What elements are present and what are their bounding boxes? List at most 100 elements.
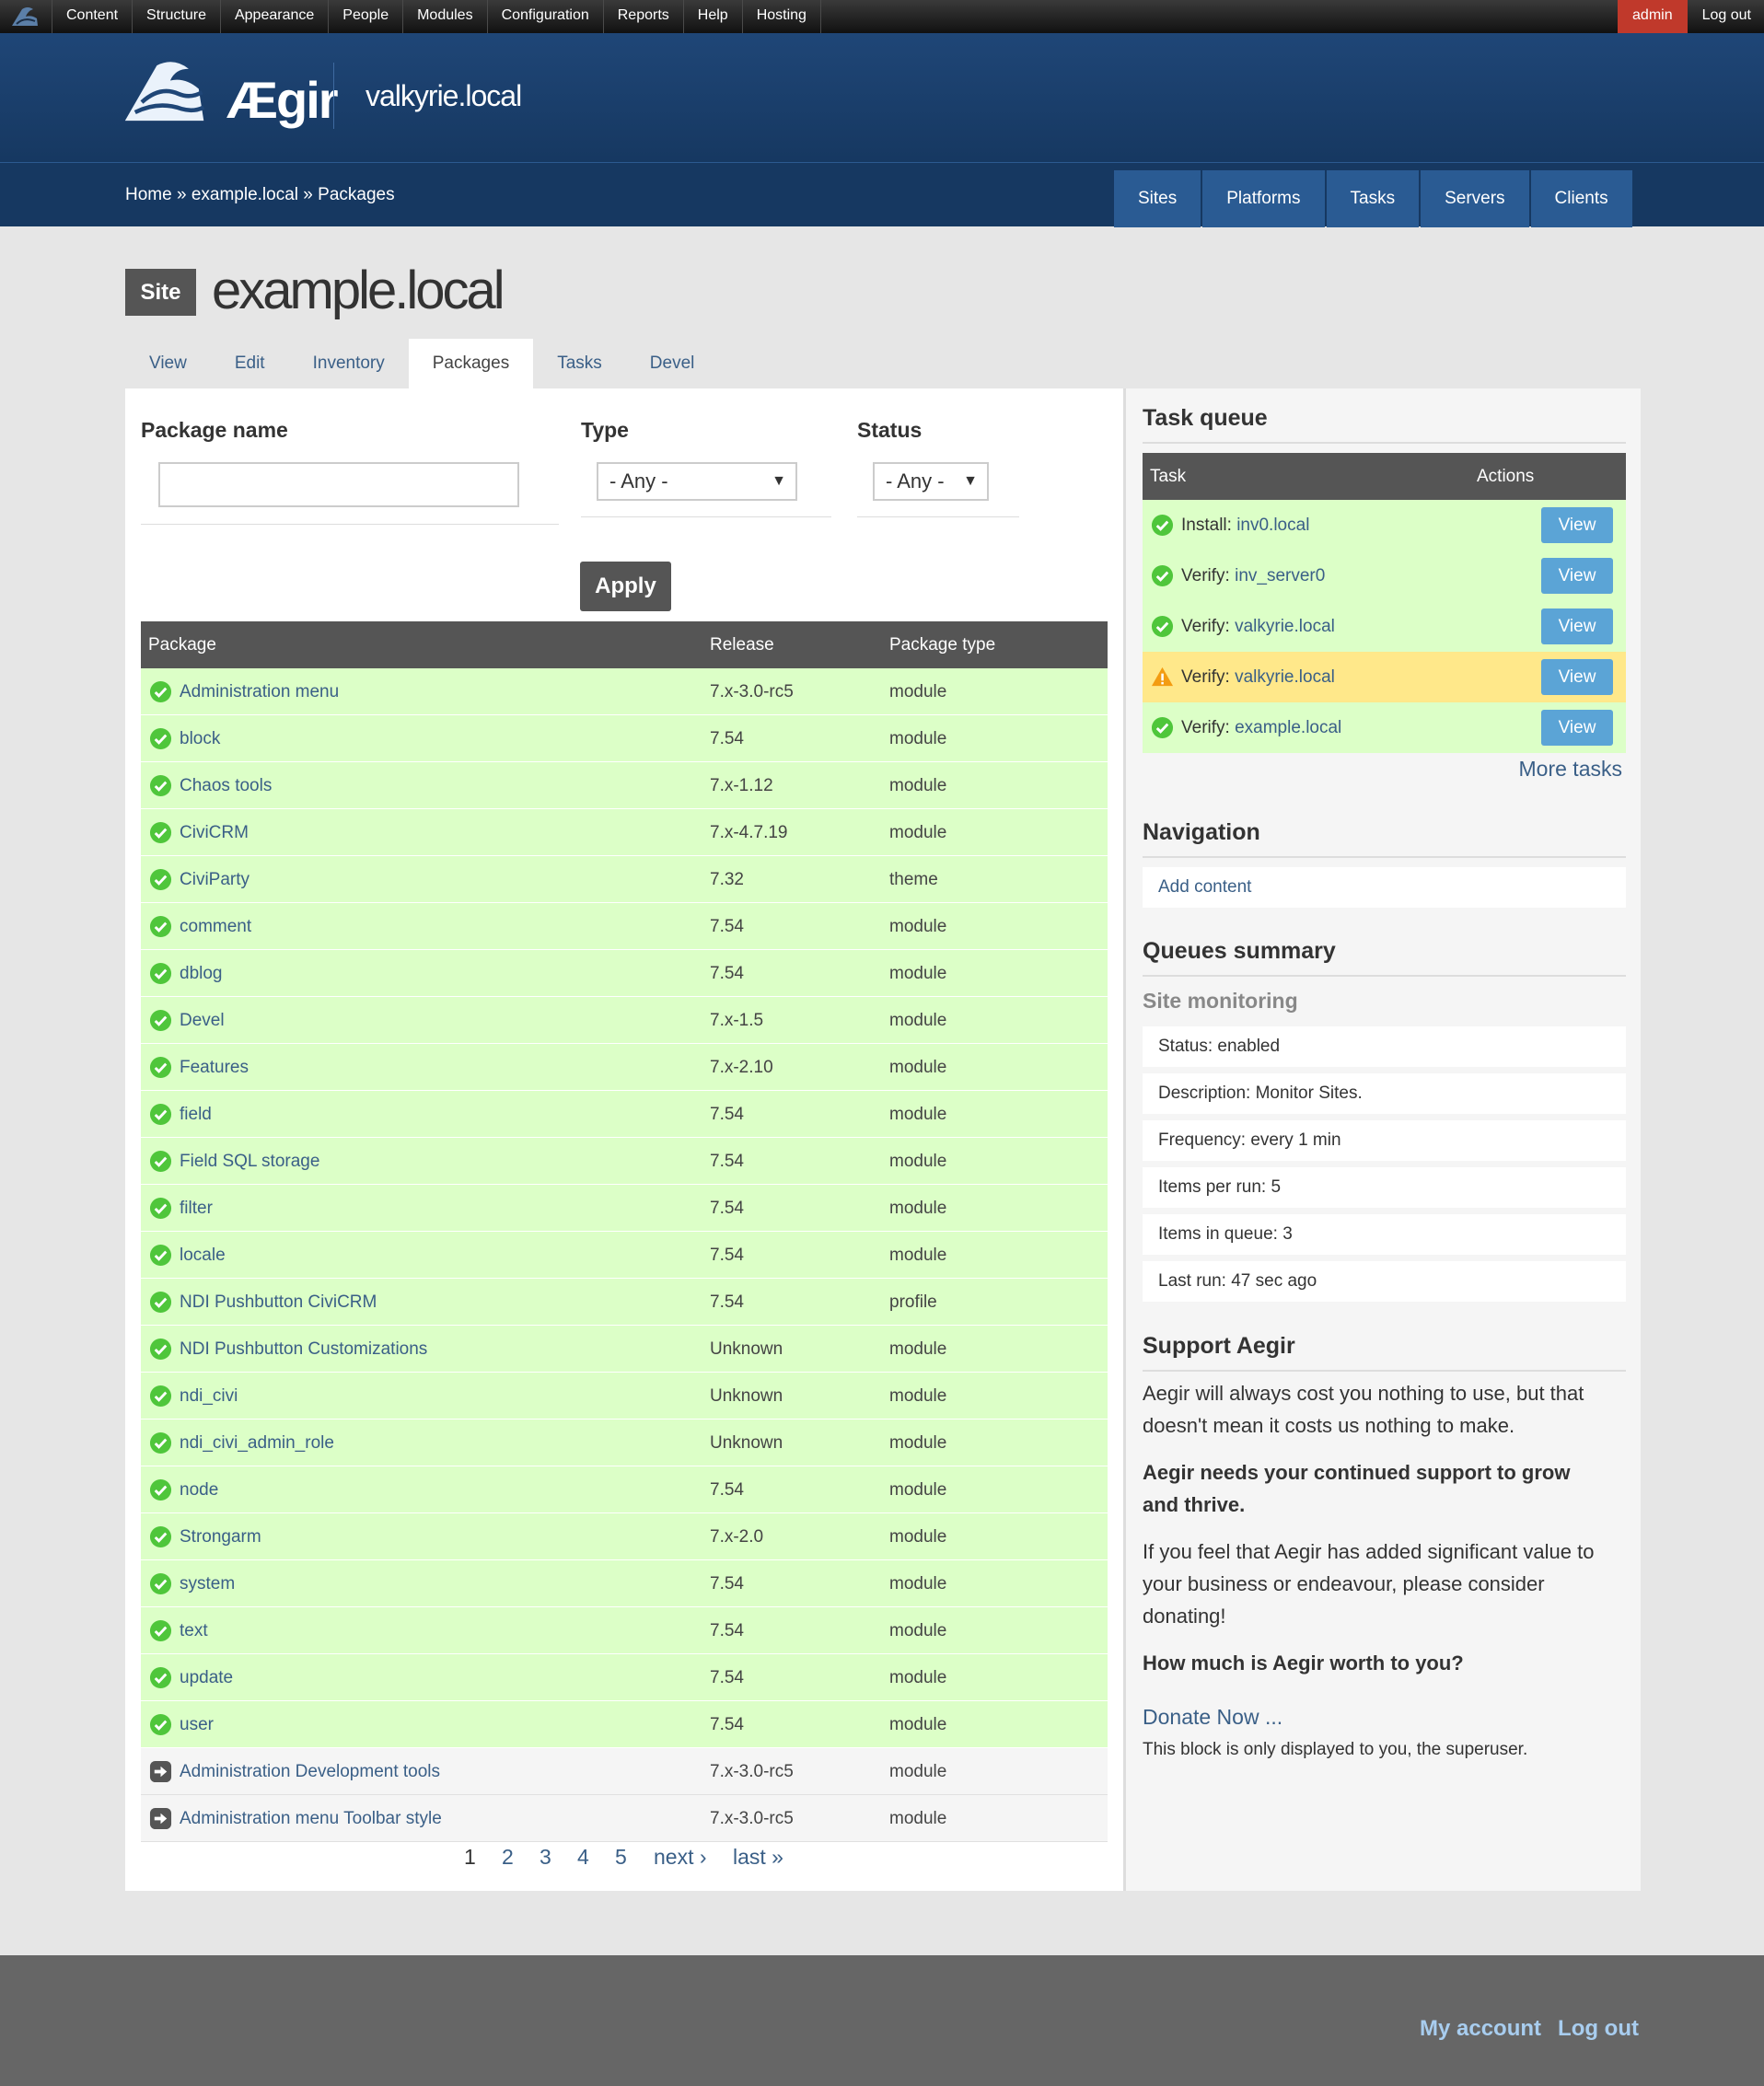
view-task-button[interactable]: View xyxy=(1541,608,1613,644)
package-name-link[interactable]: field xyxy=(180,1105,212,1125)
breadcrumb-home[interactable]: Home xyxy=(125,185,172,204)
package-name-link[interactable]: user xyxy=(180,1715,214,1735)
pager-page[interactable]: 2 xyxy=(502,1845,514,1870)
package-name-link[interactable]: text xyxy=(180,1621,208,1641)
home-icon[interactable] xyxy=(9,4,41,29)
task-label: Install: inv0.local xyxy=(1181,516,1309,536)
package-name-link[interactable]: block xyxy=(180,729,220,749)
toolbar-item-content[interactable]: Content xyxy=(52,0,132,33)
package-name-link[interactable]: CiviParty xyxy=(180,870,250,890)
column-header-package[interactable]: Package xyxy=(148,635,216,655)
breadcrumb-current[interactable]: Packages xyxy=(318,185,394,204)
task-target-link[interactable]: inv0.local xyxy=(1236,516,1309,535)
package-name-link[interactable]: node xyxy=(180,1480,218,1501)
package-name-link[interactable]: Features xyxy=(180,1058,249,1078)
breadcrumb-separator: » xyxy=(303,185,313,204)
package-name-link[interactable]: locale xyxy=(180,1246,226,1266)
logo-text[interactable]: Ægir xyxy=(226,70,339,130)
package-name-link[interactable]: Field SQL storage xyxy=(180,1152,319,1172)
package-release: 7.x-1.12 xyxy=(710,776,773,795)
nav-add-content[interactable]: Add content xyxy=(1143,867,1626,908)
primary-tab-tasks[interactable]: Tasks xyxy=(1326,170,1420,227)
primary-tab-platforms[interactable]: Platforms xyxy=(1202,170,1325,227)
tab-view[interactable]: View xyxy=(125,339,211,388)
tab-inventory[interactable]: Inventory xyxy=(289,339,409,388)
toolbar-item-people[interactable]: People xyxy=(328,0,402,33)
site-name[interactable]: valkyrie.local xyxy=(366,79,522,113)
package-name-link[interactable]: Administration menu xyxy=(180,682,339,702)
view-task-button[interactable]: View xyxy=(1541,558,1613,594)
type-select[interactable]: - Any - ▼ xyxy=(597,462,797,501)
task-target-link[interactable]: valkyrie.local xyxy=(1235,667,1335,687)
package-name-link[interactable]: Administration Development tools xyxy=(180,1762,440,1782)
dropdown-arrow-icon: ▼ xyxy=(772,473,786,489)
toolbar-item-help[interactable]: Help xyxy=(682,0,742,33)
package-name-link[interactable]: NDI Pushbutton CiviCRM xyxy=(180,1292,377,1313)
package-type: module xyxy=(889,1433,947,1453)
pager-page[interactable]: 5 xyxy=(615,1845,627,1870)
toolbar-item-structure[interactable]: Structure xyxy=(132,0,220,33)
package-type: module xyxy=(889,823,947,842)
check-circle-icon xyxy=(149,727,172,750)
check-circle-icon xyxy=(149,680,172,703)
warning-icon xyxy=(1151,666,1174,689)
donate-link[interactable]: Donate Now ... xyxy=(1143,1705,1282,1730)
toolbar-item-configuration[interactable]: Configuration xyxy=(486,0,603,33)
package-name-link[interactable]: comment xyxy=(180,917,251,937)
pager-page[interactable]: 4 xyxy=(577,1845,589,1870)
footer: My account Log out xyxy=(0,1955,1764,2086)
package-name-link[interactable]: ndi_civi_admin_role xyxy=(180,1433,334,1454)
task-target-link[interactable]: valkyrie.local xyxy=(1235,617,1335,636)
package-name-link[interactable]: Strongarm xyxy=(180,1527,261,1547)
column-header-release[interactable]: Release xyxy=(710,635,774,655)
tab-edit[interactable]: Edit xyxy=(211,339,289,388)
view-task-button[interactable]: View xyxy=(1541,507,1613,543)
toolbar-item-appearance[interactable]: Appearance xyxy=(219,0,328,33)
apply-button[interactable]: Apply xyxy=(580,562,671,611)
package-name-link[interactable]: dblog xyxy=(180,964,223,984)
more-tasks-link[interactable]: More tasks xyxy=(1519,757,1622,782)
package-name-link[interactable]: CiviCRM xyxy=(180,823,249,843)
package-release: 7.54 xyxy=(710,1621,744,1640)
aegir-logo-icon[interactable] xyxy=(123,59,215,129)
toolbar-item-reports[interactable]: Reports xyxy=(602,0,683,33)
package-name-link[interactable]: system xyxy=(180,1574,235,1594)
breadcrumb-site[interactable]: example.local xyxy=(191,185,298,204)
tab-tasks[interactable]: Tasks xyxy=(533,339,626,388)
package-name-link[interactable]: ndi_civi xyxy=(180,1386,238,1407)
table-body: Administration menu 7.x-3.0-rc5 module bloc… xyxy=(141,668,1108,1842)
block-rule xyxy=(1143,856,1626,858)
package-name-link[interactable]: filter xyxy=(180,1199,213,1219)
footer-my-account[interactable]: My account xyxy=(1420,2016,1541,2042)
view-task-button[interactable]: View xyxy=(1541,659,1613,695)
package-release: 7.54 xyxy=(710,1105,744,1124)
task-target-link[interactable]: inv_server0 xyxy=(1235,566,1325,585)
toolbar-item-hosting[interactable]: Hosting xyxy=(741,0,821,33)
view-task-button[interactable]: View xyxy=(1541,710,1613,746)
package-name-link[interactable]: Administration menu Toolbar style xyxy=(180,1809,442,1829)
column-header-package-type[interactable]: Package type xyxy=(889,635,995,655)
filter-divider xyxy=(141,524,559,525)
check-circle-icon xyxy=(149,774,172,797)
primary-tab-sites[interactable]: Sites xyxy=(1114,170,1201,227)
tab-devel[interactable]: Devel xyxy=(626,339,719,388)
pager-next[interactable]: next › xyxy=(654,1845,707,1870)
tab-packages[interactable]: Packages xyxy=(408,339,534,388)
pager-last[interactable]: last » xyxy=(733,1845,783,1870)
primary-tab-clients[interactable]: Clients xyxy=(1530,170,1632,227)
toolbar-logout-link[interactable]: Log out xyxy=(1688,0,1764,33)
table-row: Administration menu Toolbar style 7.x-3.0… xyxy=(141,1795,1108,1842)
package-name-link[interactable]: Devel xyxy=(180,1011,225,1031)
pager-page[interactable]: 3 xyxy=(540,1845,551,1870)
primary-tab-servers[interactable]: Servers xyxy=(1421,170,1529,227)
package-name-link[interactable]: update xyxy=(180,1668,233,1688)
package-name-link[interactable]: NDI Pushbutton Customizations xyxy=(180,1339,427,1360)
status-select[interactable]: - Any - ▼ xyxy=(873,462,989,501)
package-name-link[interactable]: Chaos tools xyxy=(180,776,272,796)
package-name-input[interactable] xyxy=(158,462,519,507)
toolbar-item-modules[interactable]: Modules xyxy=(402,0,486,33)
package-release: 7.54 xyxy=(710,1574,744,1593)
task-target-link[interactable]: example.local xyxy=(1235,718,1341,737)
toolbar-user-link[interactable]: admin xyxy=(1618,0,1688,33)
footer-logout[interactable]: Log out xyxy=(1558,2016,1639,2042)
